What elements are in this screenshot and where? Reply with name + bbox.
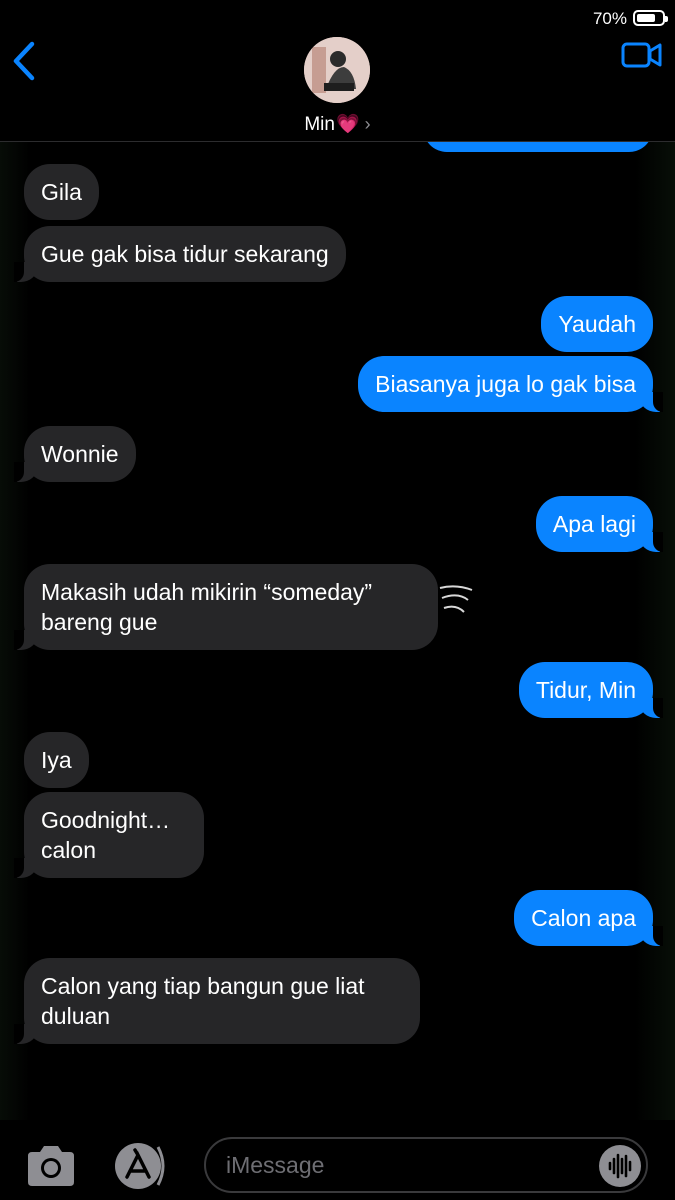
chevron-right-icon: › bbox=[364, 114, 371, 134]
message-text: Gue gak bisa tidur sekarang bbox=[41, 241, 329, 267]
message-bubble-outgoing[interactable]: Apa lagi bbox=[535, 496, 664, 552]
message-bubble-outgoing[interactable]: Calon apa bbox=[514, 890, 663, 946]
camera-button[interactable] bbox=[24, 1144, 78, 1188]
message-text: Calon yang tiap bangun gue liat duluan bbox=[41, 973, 365, 1029]
message-text: Tidur, Min bbox=[535, 677, 636, 703]
message-bubble-outgoing[interactable]: Biasanya juga lo gak bisa bbox=[358, 356, 663, 412]
app-store-button[interactable] bbox=[110, 1141, 168, 1191]
message-text: Apa lagi bbox=[552, 511, 636, 537]
message-text: Calon apa bbox=[531, 905, 636, 931]
audio-message-button[interactable] bbox=[599, 1145, 641, 1187]
message-text: Makasih udah mikirin “someday” bareng gu… bbox=[41, 579, 373, 635]
avatar-photo bbox=[304, 37, 370, 103]
battery-percentage: 70% bbox=[592, 9, 627, 28]
message-text: Iya bbox=[41, 747, 72, 773]
app-store-icon bbox=[115, 1143, 165, 1189]
message-text: Yaudah bbox=[558, 311, 636, 337]
message-bubble-incoming[interactable]: Gue gak bisa tidur sekarang bbox=[14, 226, 346, 282]
message-thread[interactable]: Gila Gue gak bisa tidur sekarang Yaudah … bbox=[0, 0, 675, 1200]
camera-icon bbox=[28, 1146, 74, 1186]
message-text: Wonnie bbox=[41, 441, 119, 467]
message-text: Goodnight… calon bbox=[41, 807, 171, 863]
battery-level-fill bbox=[637, 14, 655, 22]
message-bubble-outgoing[interactable]: Yaudah bbox=[541, 296, 653, 352]
message-bubble-incoming[interactable]: Wonnie bbox=[14, 426, 136, 482]
back-button[interactable] bbox=[10, 40, 42, 82]
message-bubble-incoming[interactable]: Makasih udah mikirin “someday” bareng gu… bbox=[14, 564, 438, 650]
chevron-left-icon bbox=[13, 41, 35, 81]
message-text: Gila bbox=[41, 179, 82, 205]
composer-bar bbox=[0, 1120, 675, 1200]
video-camera-icon bbox=[621, 42, 662, 68]
message-bubble-incoming[interactable]: Calon yang tiap bangun gue liat duluan bbox=[14, 958, 420, 1044]
contact-avatar[interactable] bbox=[304, 37, 370, 103]
conversation-header: 70% Min💗 › bbox=[0, 0, 675, 142]
contact-name: Min bbox=[304, 114, 335, 135]
message-bubble-incoming[interactable]: Iya bbox=[24, 732, 89, 788]
status-bar: 70% bbox=[0, 0, 675, 36]
contact-name-button[interactable]: Min💗 › bbox=[0, 112, 675, 136]
message-bubble-outgoing[interactable]: Tidur, Min bbox=[518, 662, 664, 718]
message-bubble-incoming[interactable]: Gila bbox=[24, 164, 99, 220]
audio-waveform-icon bbox=[608, 1153, 632, 1179]
message-text: Biasanya juga lo gak bisa bbox=[375, 371, 636, 397]
battery-icon bbox=[633, 10, 668, 26]
heart-emoji: 💗 bbox=[335, 114, 360, 135]
imessage-input[interactable] bbox=[204, 1137, 648, 1193]
facetime-video-button[interactable] bbox=[621, 40, 663, 70]
swipe-scribble-decoration bbox=[439, 585, 473, 613]
message-bubble-incoming[interactable]: Goodnight… calon bbox=[14, 792, 204, 878]
